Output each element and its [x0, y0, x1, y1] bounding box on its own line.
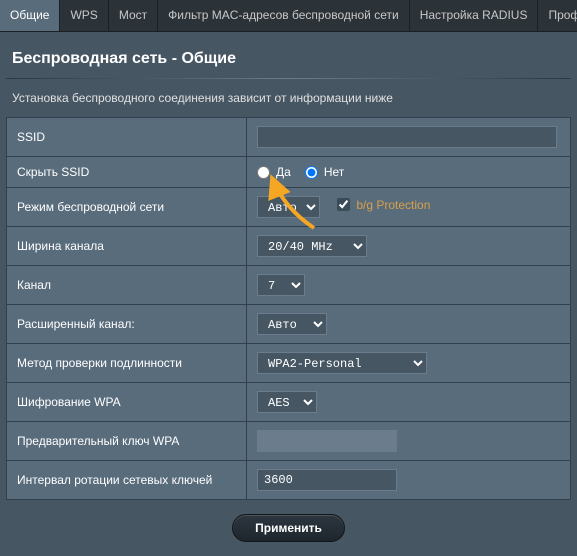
tab-general[interactable]: Общие	[0, 0, 60, 31]
ssid-label: SSID	[7, 118, 247, 157]
wpa-encryption-label: Шифрование WPA	[7, 383, 247, 422]
tab-bridge[interactable]: Мост	[109, 0, 158, 31]
tab-mac-filter[interactable]: Фильтр MAC-адресов беспроводной сети	[158, 0, 410, 31]
ext-channel-select[interactable]: Авто	[257, 313, 327, 335]
wireless-mode-label: Режим беспроводной сети	[7, 188, 247, 227]
tab-bar: Общие WPS Мост Фильтр MAC-адресов беспро…	[0, 0, 577, 32]
bg-protection-label: b/g Protection	[356, 198, 430, 212]
tab-radius[interactable]: Настройка RADIUS	[410, 0, 539, 31]
wpa-psk-label: Предварительный ключ WPA	[7, 422, 247, 461]
page-title: Беспроводная сеть - Общие	[0, 32, 577, 78]
tab-professional[interactable]: Профе	[538, 0, 577, 31]
bg-protection-checkbox[interactable]	[337, 198, 350, 211]
wpa-psk-input[interactable]	[257, 430, 397, 452]
rekey-interval-label: Интервал ротации сетевых ключей	[7, 461, 247, 500]
channel-width-label: Ширина канала	[7, 227, 247, 266]
divider	[6, 78, 571, 79]
page-description: Установка беспроводного соединения завис…	[0, 91, 577, 117]
annotation-arrow-icon	[264, 168, 334, 238]
channel-label: Канал	[7, 266, 247, 305]
auth-method-select[interactable]: WPA2-Personal	[257, 352, 427, 374]
ssid-input[interactable]	[257, 126, 557, 148]
ext-channel-label: Расширенный канал:	[7, 305, 247, 344]
rekey-interval-input[interactable]	[257, 469, 397, 491]
channel-width-select[interactable]: 20/40 MHz	[257, 235, 367, 257]
hide-ssid-label: Скрыть SSID	[7, 157, 247, 188]
apply-button[interactable]: Применить	[232, 514, 345, 542]
tab-wps[interactable]: WPS	[60, 0, 108, 31]
auth-method-label: Метод проверки подлинности	[7, 344, 247, 383]
wpa-encryption-select[interactable]: AES	[257, 391, 317, 413]
channel-select[interactable]: 7	[257, 274, 305, 296]
